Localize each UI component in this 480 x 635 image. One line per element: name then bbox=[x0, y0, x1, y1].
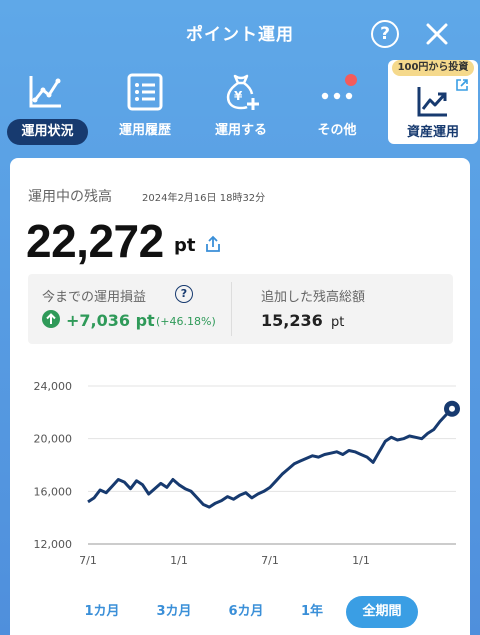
y-tick-label: 24,000 bbox=[34, 380, 73, 393]
balance-timestamp: 2024年2月16日 18時32分 bbox=[142, 193, 266, 204]
added-value: 15,236 bbox=[261, 311, 323, 330]
nav-label-status: 運用状況 bbox=[7, 119, 88, 145]
arrow-up-icon bbox=[42, 310, 60, 328]
profit-help-button[interactable]: ? bbox=[175, 285, 193, 303]
y-tick-label: 12,000 bbox=[34, 538, 73, 551]
period-button[interactable]: 6カ月 bbox=[220, 596, 272, 628]
profit-summary: 今までの運用損益 ? +7,036 pt (+46.18%) 追加した残高総額 … bbox=[28, 274, 453, 344]
x-tick-label: 7/1 bbox=[79, 554, 97, 567]
balance-unit: pt bbox=[174, 235, 196, 256]
latest-point-center bbox=[449, 405, 455, 412]
notification-dot bbox=[345, 74, 357, 86]
asset-invest-card[interactable]: 100円から投資 資産運用 bbox=[388, 60, 478, 144]
asset-tag: 100円から投資 bbox=[392, 60, 474, 76]
profit-value: +7,036 pt bbox=[66, 311, 155, 330]
nav-label-history: 運用履歴 bbox=[118, 123, 171, 138]
added-label: 追加した残高総額 bbox=[261, 290, 366, 305]
profit-label: 今までの運用損益 bbox=[42, 290, 147, 305]
nav-label-more: その他 bbox=[317, 123, 357, 138]
period-button[interactable]: 3カ月 bbox=[148, 596, 200, 628]
asset-chart-icon bbox=[417, 87, 447, 117]
yen-bag-plus-icon: ¥ bbox=[226, 74, 259, 110]
balance-chart: 24,000 20,000 16,000 12,000 7/1 1/1 7/1 1/1 bbox=[34, 380, 460, 567]
profit-percent: (+46.18%) bbox=[156, 315, 216, 328]
balance-line bbox=[87, 407, 454, 509]
nav-item-status[interactable]: 運用状況 bbox=[0, 62, 90, 150]
header-bar: ポイント運用 ? bbox=[0, 0, 480, 66]
y-tick-label: 20,000 bbox=[34, 433, 73, 446]
nav-item-more[interactable]: その他 bbox=[292, 62, 382, 150]
x-tick-label: 1/1 bbox=[170, 554, 188, 567]
share-icon[interactable] bbox=[204, 235, 222, 253]
list-icon bbox=[127, 73, 163, 111]
svg-text:¥: ¥ bbox=[234, 89, 243, 103]
line-chart-icon bbox=[29, 76, 61, 108]
y-tick-label: 16,000 bbox=[34, 485, 73, 498]
page-title: ポイント運用 bbox=[186, 25, 294, 45]
external-link-icon bbox=[456, 79, 468, 91]
period-button[interactable]: 全期間 bbox=[346, 596, 418, 628]
nav-item-invest[interactable]: ¥ 運用する bbox=[196, 62, 286, 150]
balance-panel: 運用中の残高 2024年2月16日 18時32分 22,272 pt 今までの運… bbox=[10, 158, 470, 635]
period-selector: 1カ月 3カ月 6カ月 1年 全期間 bbox=[10, 596, 470, 632]
x-tick-label: 1/1 bbox=[352, 554, 370, 567]
balance-title: 運用中の残高 bbox=[28, 189, 112, 205]
help-button[interactable]: ? bbox=[371, 20, 399, 48]
period-button[interactable]: 1カ月 bbox=[76, 596, 128, 628]
summary-divider bbox=[231, 282, 232, 336]
close-icon[interactable] bbox=[424, 21, 450, 47]
nav-item-history[interactable]: 運用履歴 bbox=[100, 62, 190, 150]
added-unit: pt bbox=[331, 315, 345, 330]
balance-amount: 22,272 bbox=[26, 215, 164, 267]
asset-label: 資産運用 bbox=[406, 125, 459, 140]
x-tick-label: 7/1 bbox=[261, 554, 279, 567]
nav-bar: 運用状況 運用履歴 ¥ 運用する その他 100円から投資 資産運用 bbox=[0, 60, 480, 150]
nav-label-invest: 運用する bbox=[214, 123, 267, 138]
period-button[interactable]: 1年 bbox=[292, 596, 332, 628]
